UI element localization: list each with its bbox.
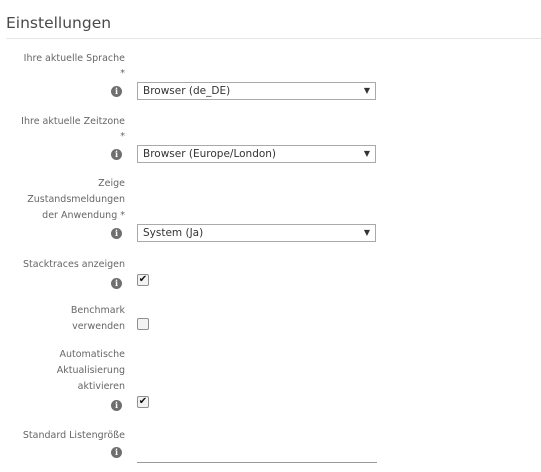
list-size-input[interactable] — [137, 462, 377, 463]
benchmark-checkbox[interactable] — [137, 318, 149, 330]
list-size-label: Standard Listengröße — [22, 430, 125, 441]
chevron-down-icon: ▼ — [363, 149, 370, 158]
timezone-label: Ihre aktuelle Zeitzone — [21, 116, 125, 127]
benchmark-label-line2: verwenden — [72, 321, 125, 332]
stacktraces-checkbox[interactable]: ✔ — [137, 274, 149, 286]
status-messages-select[interactable]: System (Ja) ▼ — [137, 224, 376, 242]
timezone-required-mark: * — [120, 131, 125, 142]
info-icon[interactable]: i — [111, 447, 122, 458]
language-select-value: Browser (de_DE) — [143, 85, 231, 97]
timezone-select[interactable]: Browser (Europe/London) ▼ — [137, 145, 376, 163]
status-messages-select-value: System (Ja) — [143, 227, 204, 239]
language-label: Ihre aktuelle Sprache — [23, 53, 125, 64]
timezone-select-value: Browser (Europe/London) — [143, 148, 277, 160]
info-icon[interactable]: i — [111, 400, 122, 411]
chevron-down-icon: ▼ — [363, 228, 370, 237]
status-messages-label-line1: Zeige — [98, 178, 125, 189]
page-title: Einstellungen — [6, 14, 112, 32]
info-icon[interactable]: i — [111, 228, 122, 239]
info-icon[interactable]: i — [111, 149, 122, 160]
language-required-mark: * — [120, 68, 125, 79]
status-messages-label-line2: Zustandsmeldungen — [27, 194, 125, 205]
auto-refresh-label-line3: aktivieren — [77, 381, 125, 392]
stacktraces-label: Stacktraces anzeigen — [23, 259, 125, 270]
info-icon[interactable]: i — [111, 86, 122, 97]
benchmark-label-line1: Benchmark — [70, 305, 125, 316]
auto-refresh-label-line1: Automatische — [59, 349, 125, 360]
chevron-down-icon: ▼ — [363, 86, 370, 95]
language-select[interactable]: Browser (de_DE) ▼ — [137, 82, 376, 100]
title-divider — [6, 38, 541, 39]
auto-refresh-checkbox[interactable]: ✔ — [137, 396, 149, 408]
status-messages-label-line3: der Anwendung * — [42, 210, 125, 221]
auto-refresh-label-line2: Aktualisierung — [56, 365, 125, 376]
info-icon[interactable]: i — [111, 278, 122, 289]
